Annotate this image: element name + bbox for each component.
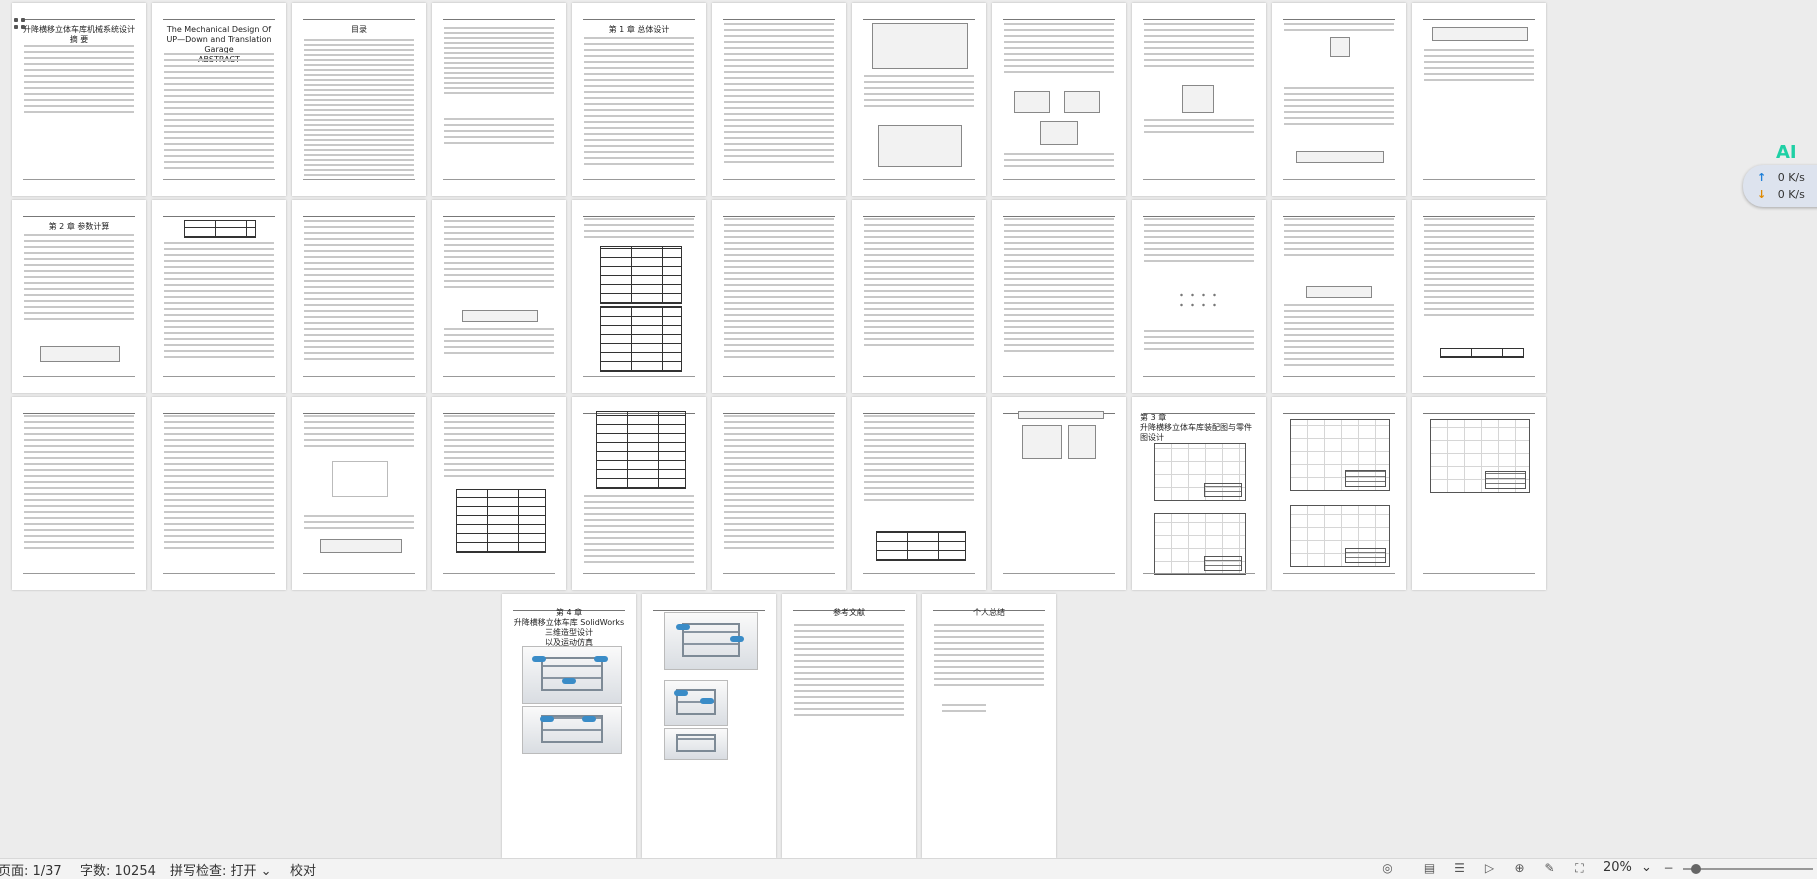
eye-protection-icon[interactable]: ◎ xyxy=(1381,862,1394,875)
page-thumbnail[interactable]: 参考文献 xyxy=(782,594,916,858)
ai-assistant-icon[interactable]: AI xyxy=(1776,142,1797,163)
page-title: 第 1 章 总体设计 xyxy=(608,25,670,34)
pen-icon[interactable]: ✎ xyxy=(1543,862,1556,875)
page-thumbnail[interactable] xyxy=(572,397,706,590)
thumbnail-grid-icon[interactable] xyxy=(14,18,26,32)
page-title: 第 2 章 参数计算 xyxy=(48,222,110,231)
page-indicator[interactable]: 页面: 1/37 xyxy=(0,860,62,879)
upload-speed: 0 K/s xyxy=(1777,171,1805,184)
page-thumbnail[interactable] xyxy=(1132,3,1266,196)
page-thumbnail[interactable]: 第 4 章 升降横移立体车库 SolidWorks 三维造型设计 以及运动仿真 xyxy=(502,594,636,858)
zoom-dropdown-icon[interactable]: ⌄ xyxy=(1641,860,1652,875)
word-count[interactable]: 字数: 10254 xyxy=(80,860,156,879)
zoom-out-icon[interactable]: − xyxy=(1662,862,1675,875)
page-title: 目录 xyxy=(351,25,367,34)
page-thumbnail[interactable] xyxy=(1412,3,1546,196)
zoom-level[interactable]: 20% xyxy=(1603,860,1632,875)
page-thumbnail[interactable]: The Mechanical Design Of UP—Down and Tra… xyxy=(152,3,286,196)
page-thumbnail[interactable]: 第 1 章 总体设计 xyxy=(572,3,706,196)
page-thumbnail[interactable] xyxy=(852,397,986,590)
page-thumbnail[interactable] xyxy=(852,200,986,393)
upload-arrow-icon: ↑ xyxy=(1757,171,1767,184)
outline-view-icon[interactable]: ☰ xyxy=(1453,862,1466,875)
page-thumbnail[interactable] xyxy=(152,397,286,590)
page-thumbnail[interactable] xyxy=(712,200,846,393)
page-thumbnail[interactable] xyxy=(432,397,566,590)
fit-page-icon[interactable]: ⛶ xyxy=(1573,862,1586,875)
zoom-slider-thumb[interactable] xyxy=(1691,864,1701,874)
page-title: 第 3 章 升降横移立体车库装配图与零件图设计 xyxy=(1140,413,1253,442)
page-thumbnail[interactable] xyxy=(992,200,1126,393)
page-thumbnail[interactable] xyxy=(992,397,1126,590)
page-thumbnail[interactable] xyxy=(572,200,706,393)
page-thumbnail[interactable] xyxy=(712,397,846,590)
page-thumbnail[interactable]: 升降横移立体车库机械系统设计 摘 要 xyxy=(12,3,146,196)
page-thumbnail[interactable]: 第 3 章 升降横移立体车库装配图与零件图设计 xyxy=(1132,397,1266,590)
proofread-button[interactable]: 校对 xyxy=(290,860,316,879)
page-thumbnail[interactable] xyxy=(432,200,566,393)
page-view-icon[interactable]: ▤ xyxy=(1423,862,1436,875)
zoom-slider[interactable] xyxy=(1683,864,1813,874)
page-thumbnail[interactable] xyxy=(1412,397,1546,590)
play-icon[interactable]: ▷ xyxy=(1483,862,1496,875)
page-thumbnail[interactable]: 目录 xyxy=(292,3,426,196)
page-thumbnail[interactable] xyxy=(642,594,776,858)
page-thumbnail[interactable] xyxy=(1132,200,1266,393)
page-thumbnail[interactable] xyxy=(1412,200,1546,393)
page-thumbnail[interactable] xyxy=(1272,3,1406,196)
page-thumbnail[interactable] xyxy=(292,397,426,590)
page-thumbnail[interactable] xyxy=(852,3,986,196)
page-title: 升降横移立体车库机械系统设计 摘 要 xyxy=(23,25,135,44)
page-title: 个人总结 xyxy=(973,608,1005,617)
page-thumbnail[interactable]: 第 2 章 参数计算 xyxy=(12,200,146,393)
download-speed: 0 K/s xyxy=(1777,188,1805,201)
network-speed-widget[interactable]: ↑ 0 K/s ↓ 0 K/s xyxy=(1743,165,1817,207)
spellcheck-toggle[interactable]: 拼写检查: 打开 ⌄ xyxy=(170,860,272,879)
page-thumbnail[interactable] xyxy=(152,200,286,393)
page-thumbnail[interactable] xyxy=(432,3,566,196)
spellcheck-label: 拼写检查: 打开 xyxy=(170,864,257,879)
page-thumbnail[interactable] xyxy=(12,397,146,590)
page-thumbnail[interactable] xyxy=(992,3,1126,196)
page-thumbnail[interactable] xyxy=(712,3,846,196)
status-bar: 页面: 1/37 字数: 10254 拼写检查: 打开 ⌄ 校对 ◎ ▤ ☰ ▷… xyxy=(0,858,1817,879)
page-title: 参考文献 xyxy=(833,608,865,617)
page-thumbnail[interactable]: 个人总结 xyxy=(922,594,1056,858)
page-thumbnail[interactable] xyxy=(292,200,426,393)
document-canvas[interactable]: 升降横移立体车库机械系统设计 摘 要 The Mechanical Design… xyxy=(0,0,1817,858)
page-title: 第 4 章 升降横移立体车库 SolidWorks 三维造型设计 以及运动仿真 xyxy=(513,608,625,647)
download-arrow-icon: ↓ xyxy=(1757,188,1767,201)
chevron-down-icon: ⌄ xyxy=(260,864,272,879)
web-view-icon[interactable]: ⊕ xyxy=(1513,862,1526,875)
page-thumbnail[interactable] xyxy=(1272,397,1406,590)
page-thumbnail[interactable] xyxy=(1272,200,1406,393)
